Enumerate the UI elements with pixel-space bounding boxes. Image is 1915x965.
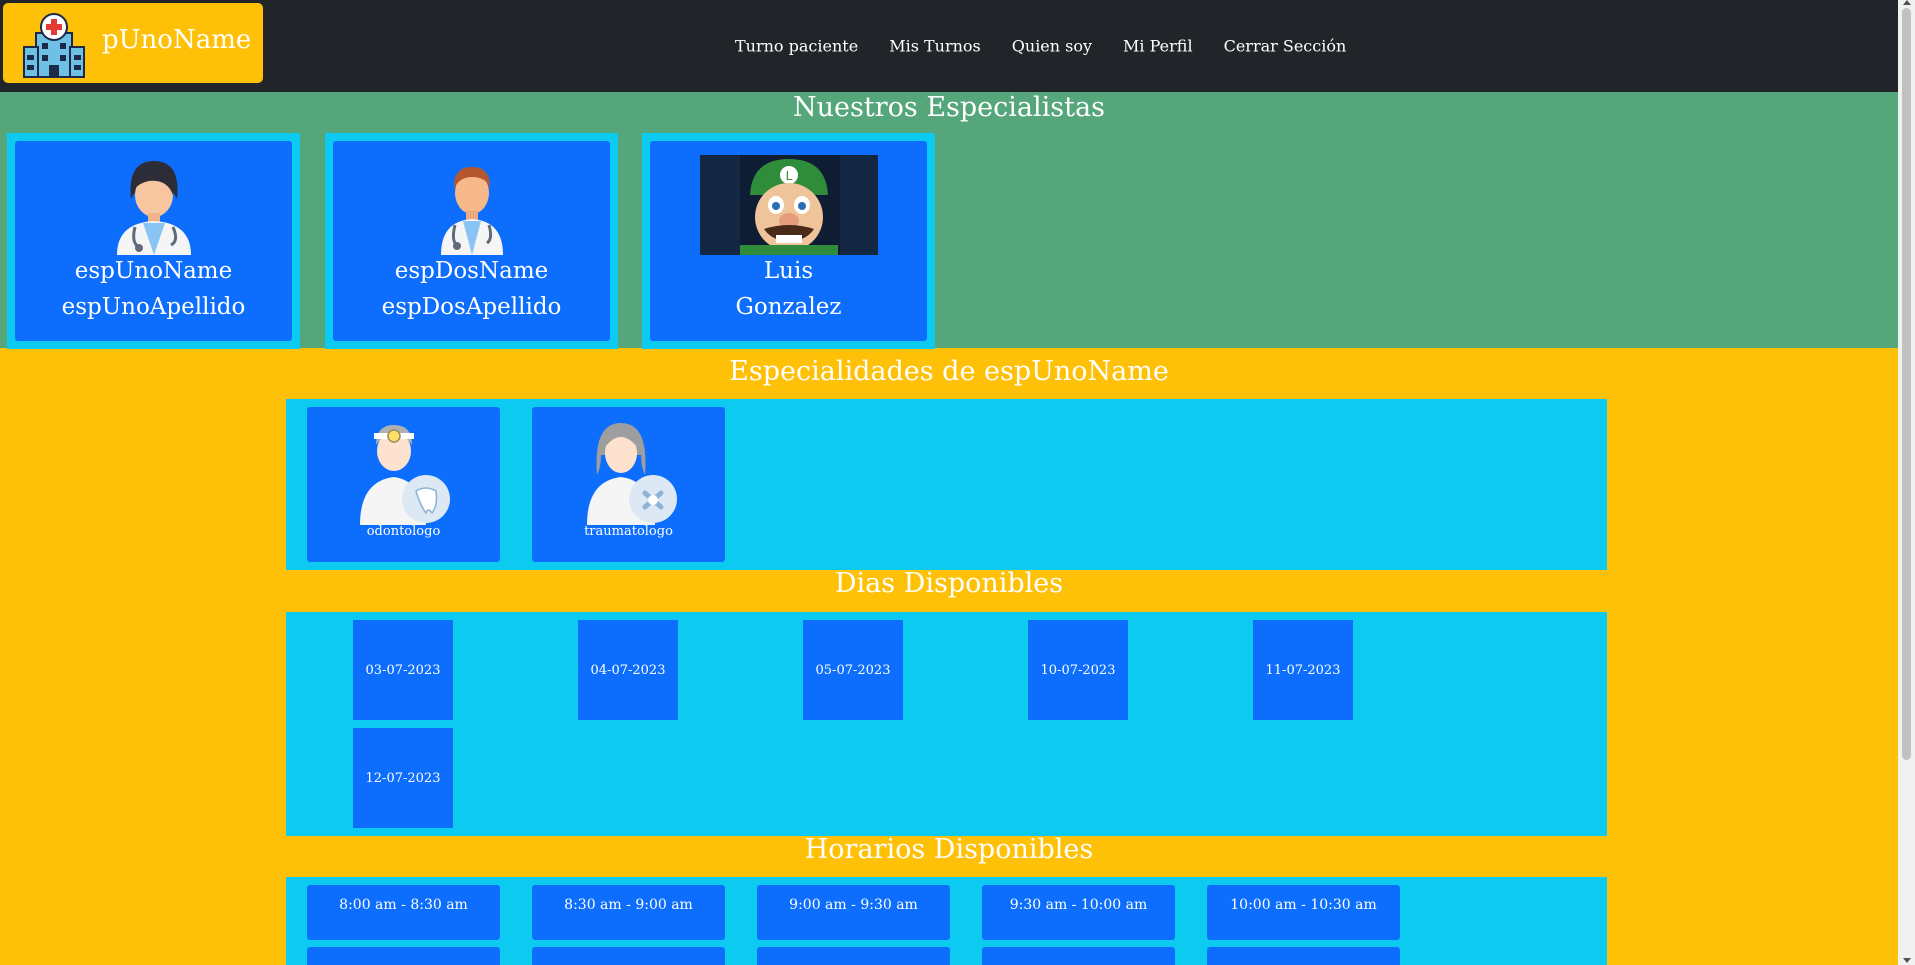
day-button[interactable]: 12-07-2023 [353,728,453,828]
specialties-box: odontologo traumatologo [286,399,1607,570]
scroll-thumb[interactable] [1902,8,1911,760]
brand-name: pUnoName [102,25,252,55]
specialists-section: Nuestros Especialistas espUnoName espUno… [0,92,1898,349]
specialties-title: Especialidades de espUnoName [729,356,1169,387]
hospital-icon [23,13,85,78]
specialist-last-name: espDosApellido [381,294,562,320]
hours-title: Horarios Disponibles [804,834,1094,865]
hour-button[interactable]: 8:00 am - 8:30 am [307,885,500,940]
specialist-first-name: espDosName [394,258,549,284]
male-doctor-icon [440,167,503,255]
nav-mi-perfil[interactable]: Mi Perfil [1123,37,1193,56]
hour-button[interactable]: 9:30 am - 10:00 am [982,885,1175,940]
dentist-icon [359,425,450,525]
scroll-up-arrow-icon[interactable] [1903,0,1911,5]
specialist-first-name: espUnoName [74,258,233,284]
day-button[interactable]: 03-07-2023 [353,620,453,720]
hour-button-partial[interactable] [1207,947,1400,965]
specialist-last-name: Gonzalez [735,294,842,320]
specialty-label: odontologo [366,524,441,539]
page-scrollbar[interactable] [1898,0,1915,965]
nav-turno-paciente[interactable]: Turno paciente [735,37,858,56]
female-doctor-icon [116,161,191,255]
specialist-card-inner: espUnoName espUnoApellido [15,141,292,341]
specialist-card-inner: L Luis Gonzalez [650,141,927,341]
day-button[interactable]: 04-07-2023 [578,620,678,720]
specialty-card[interactable]: traumatologo [532,407,725,562]
specialist-first-name: Luis [763,258,814,284]
hours-box: 8:00 am - 8:30 am 8:30 am - 9:00 am 9:00… [286,877,1607,965]
specialist-card-inner: espDosName espDosApellido [333,141,610,341]
scroll-down-arrow-icon[interactable] [1903,958,1911,963]
hour-button-partial[interactable] [982,947,1175,965]
specialist-name: espDosName espDosApellido [333,253,610,325]
nav-quien-soy[interactable]: Quien soy [1012,37,1092,56]
specialist-name: espUnoName espUnoApellido [15,253,292,325]
day-button[interactable]: 10-07-2023 [1028,620,1128,720]
specialist-photo: L [699,155,878,255]
day-button[interactable]: 11-07-2023 [1253,620,1353,720]
traumatologist-icon [586,423,677,525]
days-title: Dias Disponibles [834,568,1064,599]
hour-button[interactable]: 10:00 am - 10:30 am [1207,885,1400,940]
nav-mis-turnos[interactable]: Mis Turnos [889,37,981,56]
hour-button-partial[interactable] [307,947,500,965]
specialty-card[interactable]: odontologo [307,407,500,562]
hour-button[interactable]: 9:00 am - 9:30 am [757,885,950,940]
hour-button-partial[interactable] [532,947,725,965]
specialty-label: traumatologo [584,524,673,539]
specialist-last-name: espUnoApellido [61,294,246,320]
specialists-title: Nuestros Especialistas [793,92,1105,123]
brand[interactable]: pUnoName [3,3,263,83]
hour-button-partial[interactable] [757,947,950,965]
specialist-card[interactable]: espUnoName espUnoApellido [7,133,300,349]
day-button[interactable]: 05-07-2023 [803,620,903,720]
nav-cerrar-seccion[interactable]: Cerrar Sección [1224,37,1347,56]
nav-links: Turno paciente Mis Turnos Quien soy Mi P… [735,37,1377,65]
navbar: pUnoName Turno paciente Mis Turnos Quien… [0,0,1898,92]
days-box: 03-07-2023 04-07-2023 05-07-2023 10-07-2… [286,612,1607,836]
specialist-name: Luis Gonzalez [650,253,927,325]
hour-button[interactable]: 8:30 am - 9:00 am [532,885,725,940]
specialist-card[interactable]: L Luis Gonzalez [642,133,935,349]
specialist-card[interactable]: espDosName espDosApellido [325,133,618,349]
svg-text:L: L [785,169,792,183]
